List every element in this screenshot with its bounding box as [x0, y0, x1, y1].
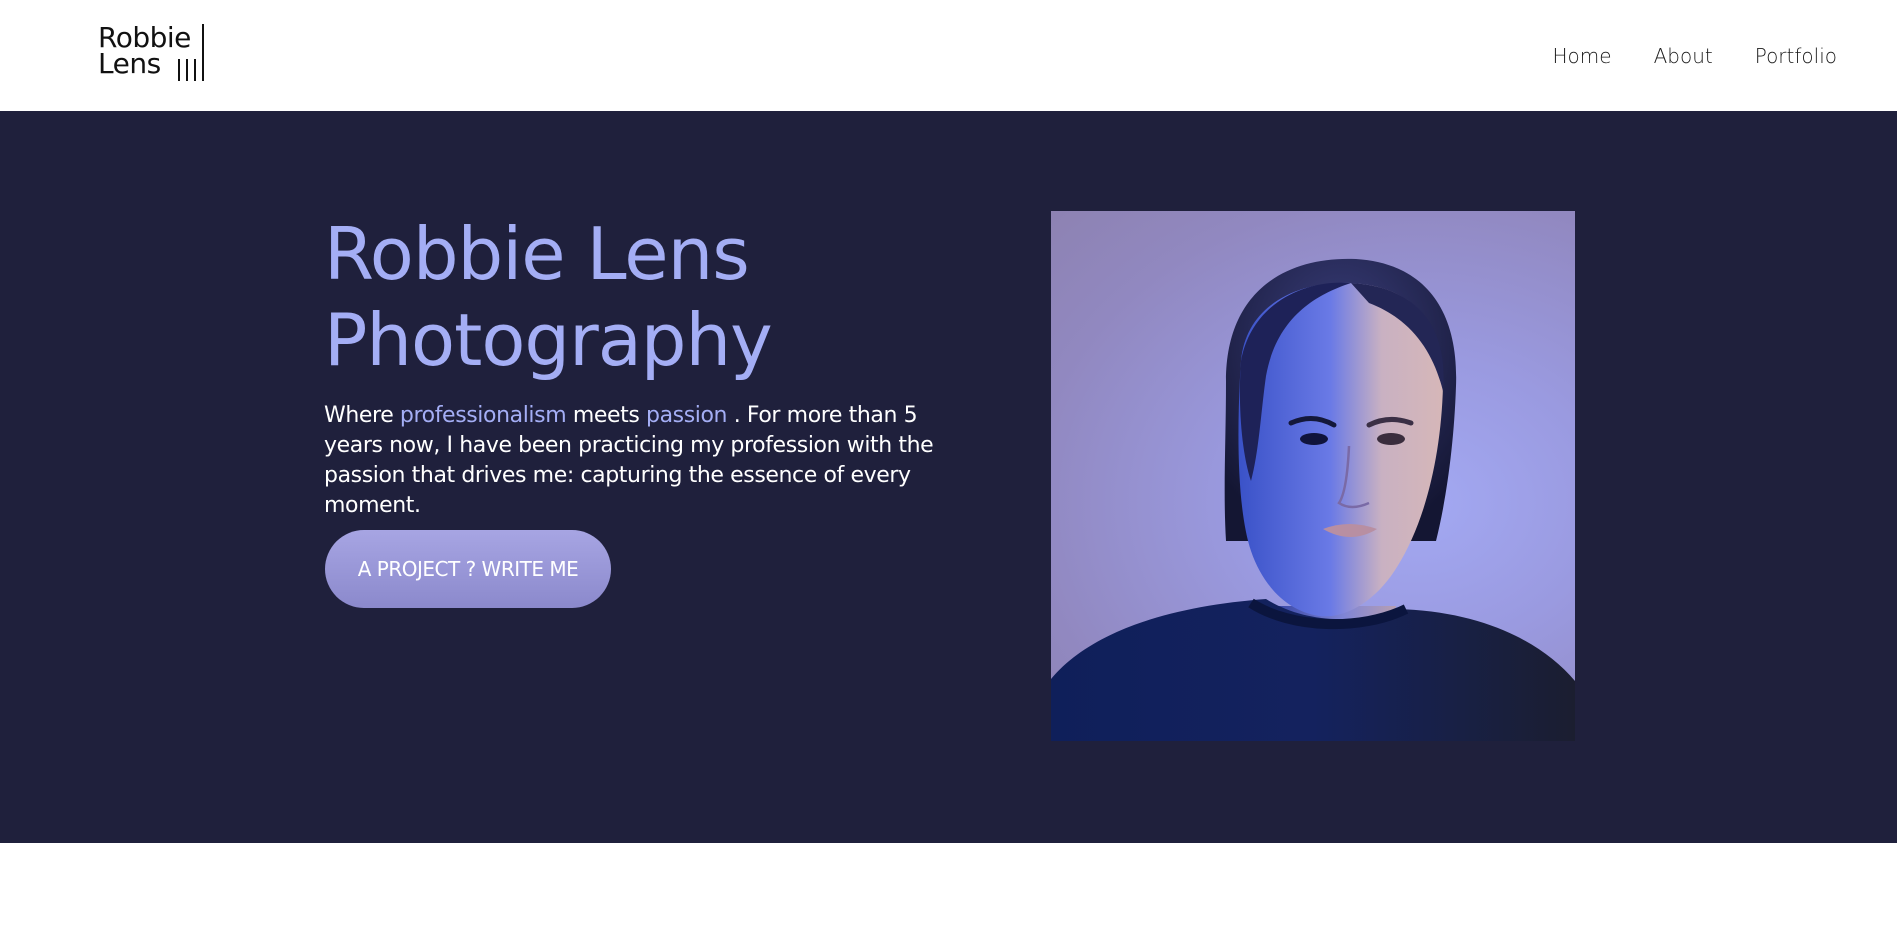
nav-link-about[interactable]: About: [1654, 40, 1713, 72]
main-nav: Home About Portfolio: [1511, 40, 1837, 72]
portrait-illustration: [1051, 258, 1575, 741]
hero-desc-part2: meets: [566, 403, 647, 428]
hero-desc-part1: Where: [324, 403, 400, 428]
contact-cta-button[interactable]: A PROJECT ? WRITE ME: [325, 530, 611, 608]
logo-bars-icon: [178, 23, 204, 81]
hero-title: Robbie Lens Photography: [324, 211, 773, 383]
site-header: Robbie Lens Home About Portfolio: [0, 0, 1897, 111]
portrait-image: [1051, 211, 1575, 741]
hero-desc-highlight-passion: passion: [646, 403, 728, 428]
hero-title-line1: Robbie Lens: [324, 212, 750, 296]
hero-desc-highlight-professionalism: professionalism: [399, 403, 567, 428]
logo[interactable]: Robbie Lens: [98, 22, 208, 82]
hero-description: Where professionalism meets passion . Fo…: [324, 401, 964, 521]
hero-section: Robbie Lens Photography Where profession…: [0, 111, 1897, 843]
nav-link-home[interactable]: Home: [1553, 40, 1612, 72]
hero-title-line2: Photography: [324, 298, 773, 382]
logo-line2: Lens: [98, 47, 161, 80]
nav-link-portfolio[interactable]: Portfolio: [1755, 40, 1837, 72]
